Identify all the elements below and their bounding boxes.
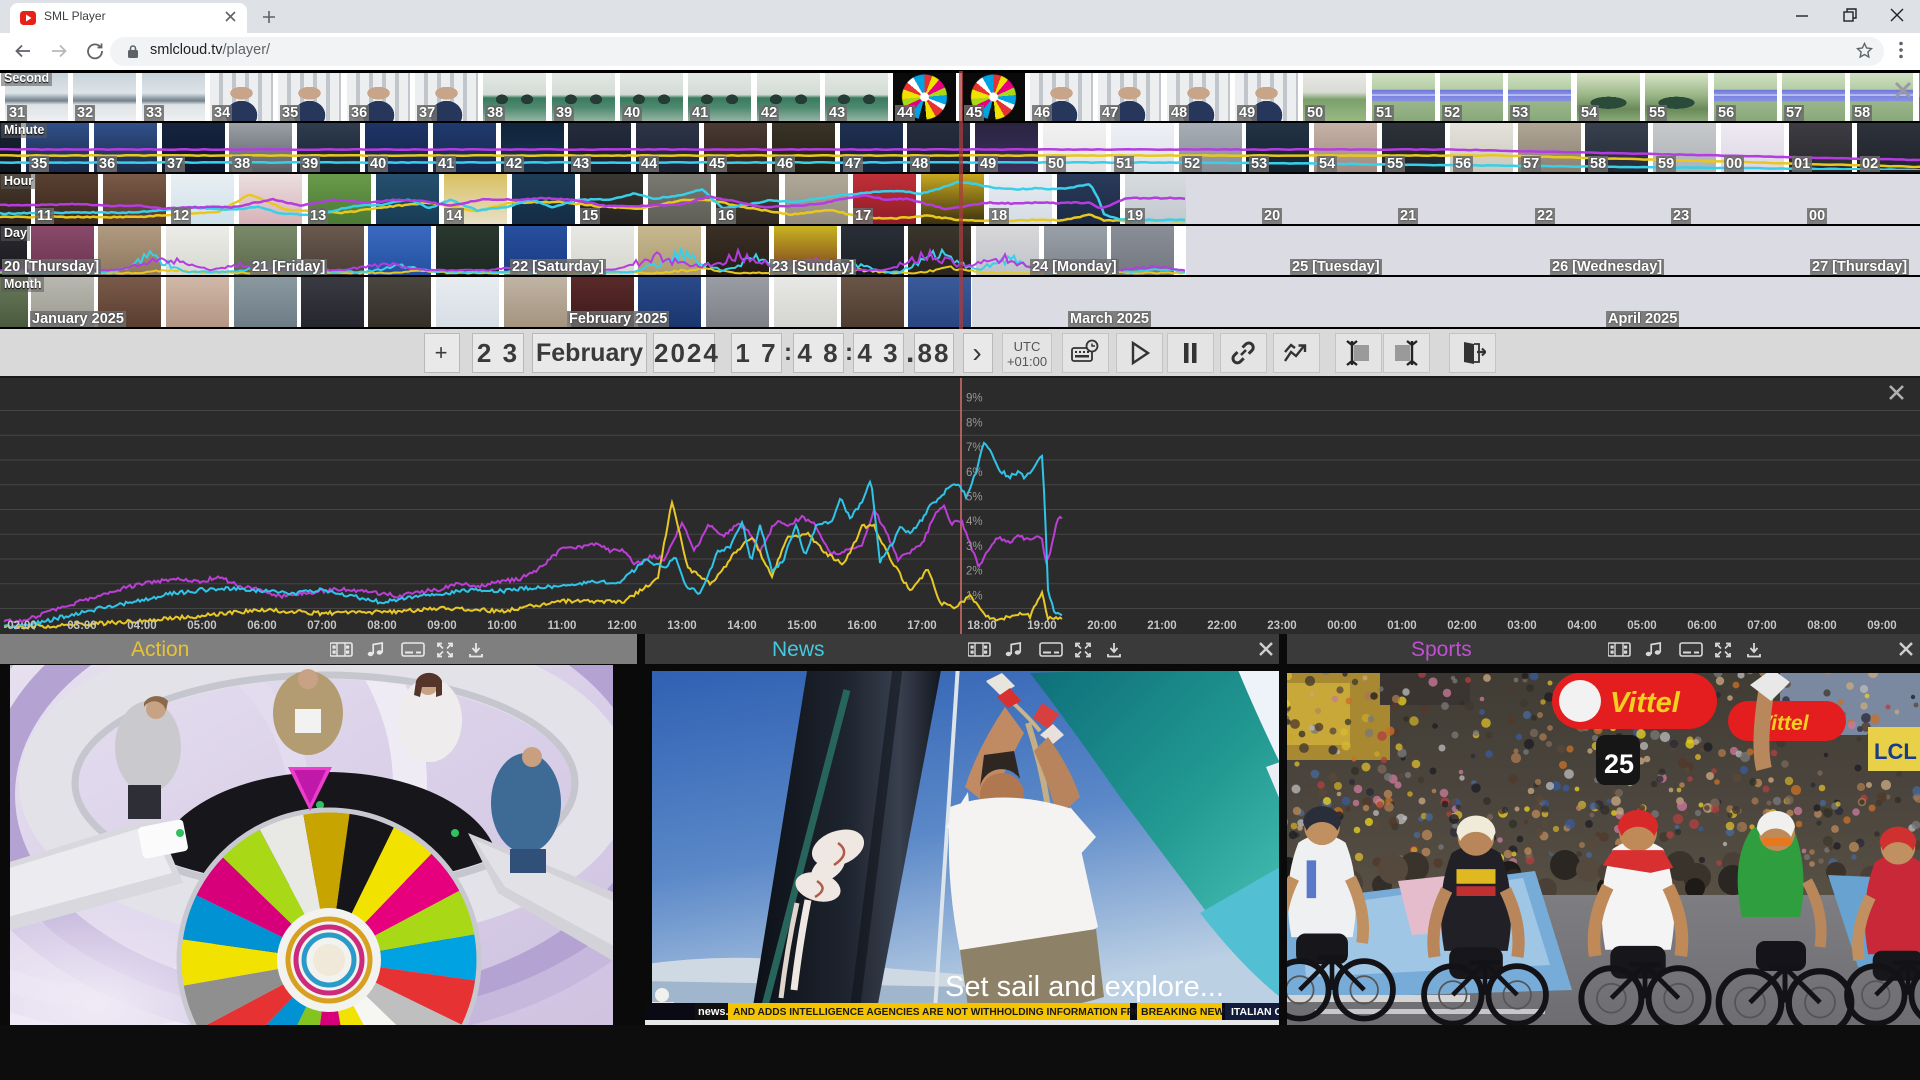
svg-text:news.: news.: [698, 1006, 729, 1018]
svg-text:22:00: 22:00: [1207, 620, 1236, 632]
svg-text:00:00: 00:00: [1327, 620, 1356, 632]
svg-text:LCL: LCL: [1874, 739, 1917, 764]
svg-text:08:00: 08:00: [367, 620, 396, 632]
svg-text:16:00: 16:00: [847, 620, 876, 632]
svg-text:25: 25: [1604, 749, 1634, 779]
svg-text:02:00: 02:00: [7, 620, 36, 632]
svg-text:Set sail and explore...: Set sail and explore...: [945, 971, 1224, 1003]
svg-text:05:00: 05:00: [187, 620, 216, 632]
svg-text:18:00: 18:00: [967, 620, 996, 632]
svg-text:15:00: 15:00: [787, 620, 816, 632]
svg-text:08:00: 08:00: [1807, 620, 1836, 632]
svg-text:AND ADDS INTELLIGENCE AGENCIES: AND ADDS INTELLIGENCE AGENCIES ARE NOT W…: [733, 1007, 1175, 1018]
svg-text:11:00: 11:00: [548, 620, 577, 632]
svg-text:03:00: 03:00: [1507, 620, 1536, 632]
svg-text:7%: 7%: [966, 442, 983, 454]
svg-text:12:00: 12:00: [607, 620, 636, 632]
svg-text:07:00: 07:00: [307, 620, 336, 632]
svg-text:ITALIAN C: ITALIAN C: [1231, 1006, 1280, 1018]
svg-text:06:00: 06:00: [247, 620, 276, 632]
svg-text:07:00: 07:00: [1747, 620, 1776, 632]
svg-text:4%: 4%: [966, 516, 983, 528]
svg-text:21:00: 21:00: [1147, 620, 1176, 632]
svg-text:8%: 8%: [966, 417, 983, 429]
svg-text:1%: 1%: [966, 591, 983, 603]
svg-text:06:00: 06:00: [1687, 620, 1716, 632]
svg-text:09:00: 09:00: [427, 620, 456, 632]
svg-text:20:00: 20:00: [1087, 620, 1116, 632]
svg-text:10:00: 10:00: [487, 620, 516, 632]
svg-text:09:00: 09:00: [1867, 620, 1896, 632]
svg-text:Vittel: Vittel: [1610, 687, 1681, 719]
svg-text:01:00: 01:00: [1387, 620, 1416, 632]
svg-text:19:00: 19:00: [1027, 620, 1056, 632]
svg-text:04:00: 04:00: [127, 620, 156, 632]
svg-text:6%: 6%: [966, 467, 983, 479]
svg-text:3%: 3%: [966, 541, 983, 553]
svg-text:04:00: 04:00: [1567, 620, 1596, 632]
svg-text:BREAKING NEWS: BREAKING NEWS: [1141, 1006, 1231, 1018]
svg-text:13:00: 13:00: [667, 620, 696, 632]
svg-text:14:00: 14:00: [727, 620, 756, 632]
svg-text:2%: 2%: [966, 566, 983, 578]
svg-text:23:00: 23:00: [1267, 620, 1296, 632]
svg-text:9%: 9%: [966, 393, 983, 405]
svg-text:02:00: 02:00: [1447, 620, 1476, 632]
svg-text:5%: 5%: [966, 492, 983, 504]
svg-text:03:00: 03:00: [67, 620, 96, 632]
svg-text:05:00: 05:00: [1627, 620, 1656, 632]
svg-text:17:00: 17:00: [907, 620, 936, 632]
